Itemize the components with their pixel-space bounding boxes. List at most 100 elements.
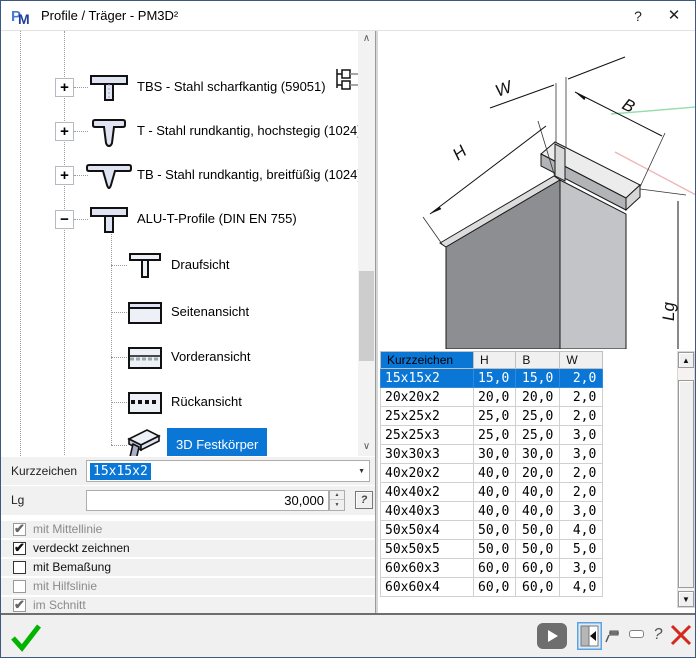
collapse-panel-icon[interactable]	[577, 622, 602, 650]
preview-drawing: W B H Lg	[378, 31, 696, 349]
titlebar-help-button[interactable]: ?	[621, 1, 655, 31]
lg-label: Lg	[11, 486, 24, 514]
scroll-down-icon[interactable]: ▼	[678, 591, 694, 607]
tree-item-tb[interactable]: TB - Stahl rundkantig, breitfüßig (1024)	[137, 165, 362, 185]
table-row[interactable]: 40x40x240,040,02,0	[381, 483, 603, 502]
table-area: Kurzzeichen H B W 15x15x215,015,02,0 20x…	[378, 349, 696, 613]
lg-value[interactable]: 30,000	[284, 491, 324, 510]
t-profile-alu-icon	[87, 203, 131, 235]
minimize-icon[interactable]	[629, 630, 644, 638]
header-kurzzeichen[interactable]: Kurzzeichen	[381, 352, 474, 369]
kurzzeichen-label: Kurzzeichen	[11, 457, 77, 485]
lg-spinner[interactable]: ▲ ▼	[329, 490, 345, 511]
tree-item-rueckansicht-label[interactable]: Vorderansicht	[171, 347, 251, 367]
checkbox-verdeckt-zeichnen[interactable]: verdeckt zeichnen	[1, 540, 375, 557]
tree-item-3d-festkoerper[interactable]: 3D Festkörper	[167, 428, 267, 456]
tree-structure-icon[interactable]	[333, 67, 359, 95]
header-b[interactable]: B	[516, 352, 560, 369]
tree-connector	[74, 87, 88, 88]
side-view-icon	[127, 299, 163, 327]
tree-item-t[interactable]: T - Stahl rundkantig, hochstegig (1024)	[137, 121, 362, 141]
header-h[interactable]: H	[474, 352, 516, 369]
tree-item-rueckansicht[interactable]: Rückansicht	[171, 392, 242, 412]
table-row[interactable]: 50x50x450,050,04,0	[381, 521, 603, 540]
checkbox-mit-bemassung[interactable]: mit Bemaßung	[1, 559, 375, 576]
table-row[interactable]: 25x25x325,025,03,0	[381, 426, 603, 445]
table-row[interactable]: 50x50x550,050,05,0	[381, 540, 603, 559]
parts-table: Kurzzeichen H B W 15x15x215,015,02,0 20x…	[380, 351, 603, 597]
tree-connector	[74, 131, 88, 132]
tree-item-alu[interactable]: ALU-T-Profile (DIN EN 755)	[137, 209, 297, 229]
front-view-icon	[127, 344, 163, 372]
confirm-check-icon[interactable]	[9, 621, 43, 655]
header-w[interactable]: W	[560, 352, 603, 369]
solid-3d-icon	[119, 427, 163, 456]
svg-text:M: M	[18, 11, 30, 26]
top-view-icon	[127, 251, 163, 279]
checkbox-label: im Schnitt	[33, 597, 86, 614]
checkbox-label: mit Bemaßung	[33, 559, 111, 576]
bottom-toolbar: ?	[1, 613, 696, 658]
close-red-icon[interactable]	[669, 623, 693, 647]
checkbox-icon[interactable]	[13, 523, 26, 536]
app-logo-icon: P M	[11, 6, 33, 26]
table-row[interactable]: 25x25x225,025,02,0	[381, 407, 603, 426]
tree-expander[interactable]: +	[55, 122, 74, 141]
tree-expander[interactable]: +	[55, 78, 74, 97]
checkbox-mit-hilfslinie[interactable]: mit Hilfslinie	[1, 578, 375, 595]
checkbox-icon[interactable]	[13, 561, 26, 574]
tree-item-draufsicht[interactable]: Draufsicht	[171, 255, 230, 275]
tree-connector	[111, 312, 127, 313]
tree-item-tbs[interactable]: TBS - Stahl scharfkantig (59051)	[137, 77, 326, 97]
right-panel: W B H Lg Kurzzeichen H B	[378, 31, 696, 613]
kurzzeichen-row: Kurzzeichen 15x15x2 ▼	[1, 456, 375, 485]
checkbox-mit-mittellinie[interactable]: mit Mittellinie	[1, 521, 375, 538]
scroll-up-icon[interactable]: ▲	[678, 352, 694, 368]
t-profile-sharp-icon	[87, 71, 131, 103]
preview-3d-viewport[interactable]: W B H Lg	[378, 31, 696, 349]
tree-connector	[111, 402, 127, 403]
scrollbar-thumb[interactable]	[678, 380, 694, 588]
tree-expander[interactable]: −	[55, 210, 74, 229]
table-row[interactable]: 30x30x330,030,03,0	[381, 445, 603, 464]
tree-connector	[111, 357, 127, 358]
dropdown-arrow-icon[interactable]: ▼	[358, 468, 365, 475]
table-row[interactable]: 15x15x215,015,02,0	[381, 369, 603, 388]
tree-connector	[74, 219, 88, 220]
titlebar: P M Profile / Träger - PM3D² ? ✕	[1, 1, 695, 31]
checkbox-label: mit Hilfslinie	[33, 578, 97, 595]
scroll-down-icon[interactable]: ∨	[358, 439, 375, 456]
t-profile-round-wide-icon	[85, 161, 133, 189]
titlebar-close-button[interactable]: ✕	[657, 1, 691, 31]
checkbox-icon[interactable]	[13, 542, 26, 555]
table-row[interactable]: 60x60x360,060,03,0	[381, 559, 603, 578]
checkbox-icon[interactable]	[13, 580, 26, 593]
table-row[interactable]: 20x20x220,020,02,0	[381, 388, 603, 407]
kurzzeichen-combobox[interactable]: 15x15x2 ▼	[86, 460, 370, 482]
checkbox-label: verdeckt zeichnen	[33, 540, 130, 557]
lg-help-button[interactable]: ?	[355, 491, 373, 509]
pin-icon[interactable]	[605, 626, 623, 644]
table-row[interactable]: 60x60x460,060,04,0	[381, 578, 603, 597]
play-video-icon[interactable]	[537, 623, 567, 649]
scroll-up-icon[interactable]: ∧	[358, 31, 375, 48]
lg-input[interactable]: 30,000	[86, 490, 329, 511]
checkbox-icon[interactable]	[13, 599, 26, 612]
scrollbar-thumb[interactable]	[359, 271, 374, 361]
spinner-down-icon[interactable]: ▼	[330, 501, 344, 510]
checkbox-im-schnitt[interactable]: im Schnitt	[1, 597, 375, 614]
help-icon[interactable]: ?	[651, 623, 665, 647]
tree-expander[interactable]: +	[55, 166, 74, 185]
spinner-up-icon[interactable]: ▲	[330, 491, 344, 500]
dim-label-lg: Lg	[659, 302, 678, 321]
tree-item-seitenansicht[interactable]: Seitenansicht	[171, 302, 249, 322]
table-row[interactable]: 40x40x340,040,03,0	[381, 502, 603, 521]
dim-label-w: W	[493, 77, 517, 101]
table-row[interactable]: 40x20x240,020,02,0	[381, 464, 603, 483]
table-scrollbar[interactable]: ▲ ▼	[677, 351, 695, 608]
tree-scrollbar[interactable]: ∧ ∨	[358, 31, 375, 456]
checkbox-label: mit Mittellinie	[33, 521, 102, 538]
window-title: Profile / Träger - PM3D²	[41, 1, 178, 31]
tree-connector	[111, 265, 127, 266]
kurzzeichen-value[interactable]: 15x15x2	[90, 463, 151, 480]
